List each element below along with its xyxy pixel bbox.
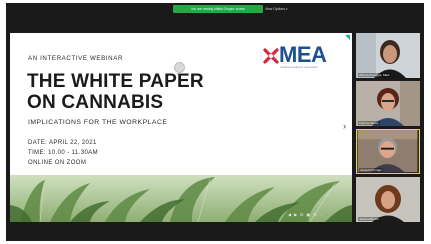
viewing-screen-banner: You are viewing Mattia Gorges' screen <box>173 5 263 13</box>
active-speaker-tile[interactable]: Joseph Pernagu <box>356 129 420 174</box>
prev-icon[interactable]: ◀ <box>288 211 291 218</box>
slide-title: THE WHITE PAPER ON CANNABIS <box>27 71 257 113</box>
slide-eyebrow: AN INTERACTIVE WEBINAR <box>28 55 124 62</box>
more-icon[interactable]: … <box>320 211 324 218</box>
participant-name: Alberta Peruggia, MEA <box>358 73 391 77</box>
event-date: DATE: APRIL 22, 2021 <box>28 140 97 146</box>
mea-logo: MEA medical employers association <box>262 43 342 73</box>
meeting-top-bar: You are viewing Mattia Gorges' screen Vi… <box>6 3 424 17</box>
view-options-label: View Options <box>265 7 285 11</box>
slide-control-bar: ◀ ▶ ⭘ ▣ ☰ … <box>288 211 348 218</box>
participant-video <box>356 81 420 126</box>
view-options-button[interactable]: View Options▾ <box>265 5 295 13</box>
menu-icon[interactable]: ☰ <box>313 211 317 218</box>
corner-marker-icon <box>345 35 350 40</box>
slide-title-line-1: THE WHITE PAPER <box>27 71 204 92</box>
chevron-down-icon: ▾ <box>285 7 288 11</box>
participant-name: Joanna Bimstir <box>358 217 380 221</box>
pointer-icon[interactable]: ⭘ <box>300 211 303 218</box>
zoom-window: You are viewing Mattia Gorges' screen Vi… <box>6 3 424 241</box>
slide-title-line-2: ON CANNABIS <box>27 92 164 113</box>
slides-icon[interactable]: ▣ <box>306 211 310 218</box>
play-icon[interactable]: ▶ <box>294 211 297 218</box>
collapse-button[interactable]: – <box>174 62 185 78</box>
participant-video <box>356 33 420 78</box>
logo-tagline: medical employers association <box>280 65 319 69</box>
event-location: ONLINE ON ZOOM <box>28 160 87 166</box>
shared-screen-slide: AN INTERACTIVE WEBINAR THE WHITE PAPER O… <box>10 33 352 222</box>
participant-tile[interactable]: Joanna Bimstir <box>356 177 420 222</box>
participant-tile[interactable]: Alberta Peruggia, MEA <box>356 33 420 78</box>
logo-wordmark: MEA <box>279 42 327 67</box>
collapse-icon: – <box>177 69 182 78</box>
event-time: TIME: 10.00 - 11.30AM <box>28 150 98 156</box>
participant-tile[interactable]: Patricia Farres <box>356 81 420 126</box>
participant-video <box>357 130 418 172</box>
participant-video <box>356 177 420 222</box>
participant-name: Patricia Farres <box>358 121 380 125</box>
next-slide-arrow-icon[interactable]: › <box>343 121 346 131</box>
mea-logo-mark-icon <box>263 48 279 64</box>
slide-subtitle: IMPLICATIONS FOR THE WORKPLACE <box>28 119 168 126</box>
participant-name: Joseph Pernagu <box>359 168 383 172</box>
